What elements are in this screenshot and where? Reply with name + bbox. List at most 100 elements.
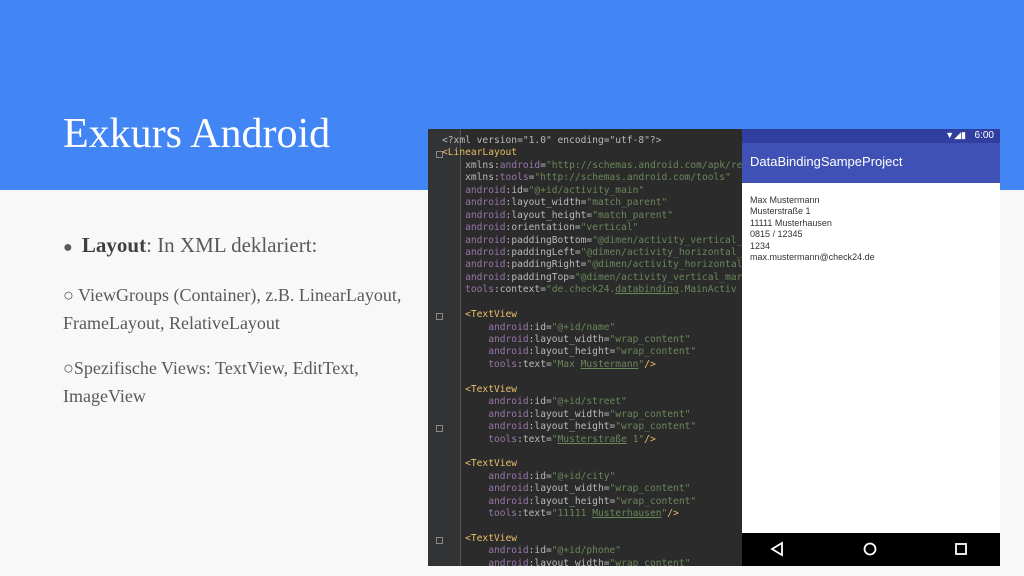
code-line: android:layout_height="wrap_content" — [442, 496, 742, 508]
code-token: :text= — [517, 358, 552, 370]
code-token: "wrap_content" — [609, 334, 691, 345]
code-token: "wrap_content" — [609, 483, 691, 495]
code-line: <?xml version="1.0" encoding="utf-8"?> — [442, 135, 742, 147]
code-token: :id= — [505, 184, 529, 196]
code-token: "@dimen/activity_horizontal_ — [580, 246, 742, 258]
code-token: :layout_width= — [528, 408, 610, 420]
text-number: 1234 — [750, 240, 771, 251]
code-token: :layout_width= — [505, 197, 587, 209]
code-line: <TextView — [442, 309, 742, 321]
code-token: <TextView — [442, 309, 518, 321]
code-token: android — [442, 209, 506, 221]
code-token: <TextView — [442, 533, 518, 544]
code-token: android — [442, 197, 506, 209]
code-token: "match_parent" — [586, 197, 668, 209]
code-token: 1" — [626, 433, 645, 445]
code-token: "@dimen/activity_vertical_mar — [574, 271, 742, 283]
code-token: /> — [644, 358, 656, 370]
code-token: "de.check24. — [545, 284, 616, 296]
code-token: "wrap_content" — [615, 346, 697, 358]
code-line: android:layout_height="wrap_content" — [442, 421, 742, 433]
code-token: tools — [442, 508, 518, 520]
code-token: android — [442, 396, 529, 408]
code-token: "@dimen/activity_horizontal — [586, 259, 742, 271]
code-token: :id= — [528, 470, 552, 482]
code-line: android:id="@+id/phone" — [442, 545, 742, 557]
code-line: android:paddingTop="@dimen/activity_vert… — [442, 272, 742, 284]
code-token: :text= — [517, 508, 552, 520]
code-token: android — [442, 259, 506, 271]
code-line: xmlns:tools="http://schemas.android.com/… — [442, 172, 742, 184]
code-token: .MainActiv — [678, 284, 737, 296]
code-token: <TextView — [442, 458, 518, 470]
code-line: android:paddingRight="@dimen/activity_ho… — [442, 259, 742, 271]
code-line: <LinearLayout — [442, 147, 742, 159]
code-token: android — [499, 159, 541, 171]
code-token: android — [442, 483, 529, 495]
bullet-rest: : In XML deklariert: — [146, 233, 318, 257]
code-token: :paddingRight= — [505, 259, 587, 271]
sub-item-views: ○Spezifische Views: TextView, EditText, … — [63, 358, 359, 406]
code-line: android:id="@+id/street" — [442, 396, 742, 408]
back-icon[interactable] — [770, 541, 784, 557]
code-token: "wrap_content" — [615, 495, 697, 507]
code-token: Mustermann — [580, 358, 639, 370]
code-token: android — [442, 184, 506, 196]
code-line: android:id="@+id/activity_main" — [442, 185, 742, 197]
home-icon[interactable] — [862, 541, 878, 557]
signal-battery-icon: ▼◢▮ — [945, 130, 966, 140]
code-token: "Max — [551, 358, 581, 370]
code-token: :id= — [528, 321, 552, 333]
code-token: "wrap_content" — [609, 408, 691, 420]
code-token: android — [442, 346, 529, 358]
bullet-list: ● Layout: In XML deklariert: ○ ViewGroup… — [63, 230, 413, 427]
code-token: :layout_height= — [528, 421, 616, 433]
code-line: tools:text="Musterstraße 1"/> — [442, 434, 742, 446]
code-line: android:layout_width="match_parent" — [442, 197, 742, 209]
code-token: "wrap_content" — [615, 421, 697, 433]
code-token: <TextView — [442, 383, 518, 395]
code-line: <TextView — [442, 533, 742, 545]
slide-title: Exkurs Android — [63, 111, 331, 157]
code-token: :context= — [493, 284, 546, 296]
code-token: :layout_height= — [528, 495, 616, 507]
code-line: android:paddingBottom="@dimen/activity_v… — [442, 235, 742, 247]
code-line: android:layout_height="wrap_content" — [442, 346, 742, 358]
code-line: <TextView — [442, 458, 742, 470]
phone-preview: ▼◢▮ 6:00 DataBindingSampeProject Max Mus… — [742, 129, 1000, 566]
code-line: android:layout_width="wrap_content" — [442, 483, 742, 495]
code-token: android — [442, 421, 529, 433]
phone-content: Max Mustermann Musterstraße 1 11111 Must… — [750, 195, 875, 263]
code-token: xmlns: — [442, 159, 500, 171]
code-token: tools — [442, 284, 494, 296]
code-token: tools — [442, 358, 518, 370]
text-email: max.mustermann@check24.de — [750, 252, 875, 263]
code-token: <?xml version="1.0" encoding="utf-8"?> — [442, 135, 662, 146]
code-line: android:layout_width="wrap_content" — [442, 334, 742, 346]
code-token: /> — [667, 508, 679, 520]
code-line: android:paddingLeft="@dimen/activity_hor… — [442, 247, 742, 259]
code-token: databinding — [615, 284, 679, 296]
code-token: android — [442, 234, 506, 246]
code-line: android:id="@+id/name" — [442, 322, 742, 334]
code-token: android — [442, 545, 529, 557]
recents-icon[interactable] — [954, 541, 968, 557]
code-token: :id= — [528, 545, 552, 557]
text-street: Musterstraße 1 — [750, 206, 811, 217]
nav-bar — [742, 533, 1000, 566]
code-token: "@+id/phone" — [551, 545, 622, 557]
text-name: Max Mustermann — [750, 195, 820, 205]
code-token: :layout_height= — [505, 209, 593, 221]
bullet-term: Layout — [81, 233, 147, 257]
text-phone: 0815 / 12345 — [750, 229, 803, 240]
code-token: "@dimen/activity_vertical_ — [592, 234, 742, 246]
code-token: "match_parent" — [592, 209, 674, 221]
code-token: :text= — [517, 433, 552, 445]
code-token: "http://schemas.android.com/tools" — [534, 172, 731, 184]
code-line: android:orientation="vertical" — [442, 222, 742, 234]
text-city: 11111 Musterhausen — [750, 217, 832, 228]
code-token: android — [442, 321, 529, 333]
